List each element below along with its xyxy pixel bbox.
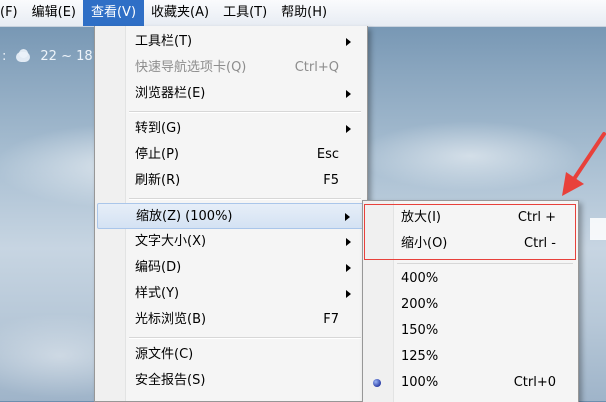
menu-item-label: 150%: [401, 323, 439, 338]
weather-temperature: 22 ~ 18°: [40, 48, 100, 64]
menu-item-style[interactable]: 样式(Y): [97, 281, 365, 307]
menu-item-label: 快速导航选项卡(Q): [135, 60, 247, 75]
menu-separator: [129, 198, 361, 200]
menu-item-shortcut: F7: [323, 312, 339, 327]
submenu-arrow-icon: [346, 90, 351, 98]
menu-item-quick-tabs[interactable]: 快速导航选项卡(Q) Ctrl+Q: [97, 55, 365, 81]
submenu-arrow-icon: [346, 290, 351, 298]
menu-item-label: 安全报告(S): [135, 373, 206, 388]
red-arrow-icon: [562, 132, 606, 196]
weather-prefix: :: [2, 48, 7, 64]
menu-item-label: 源文件(C): [135, 347, 194, 362]
menu-favorites[interactable]: 收藏夹(A): [144, 0, 216, 26]
menu-item-security-report[interactable]: 安全报告(S): [97, 368, 365, 394]
submenu-arrow-icon: [346, 238, 351, 246]
submenu-arrow-icon: [346, 125, 351, 133]
menu-item-label: 光标浏览(B): [135, 312, 207, 327]
menu-bar: (F) 编辑(E) 查看(V) 收藏夹(A) 工具(T) 帮助(H): [0, 0, 606, 27]
submenu-arrow-icon: [346, 264, 351, 272]
menu-item-shortcut: Ctrl+Q: [294, 60, 339, 75]
menu-item-text-size[interactable]: 文字大小(X): [97, 229, 365, 255]
menu-item-label: 400%: [401, 271, 439, 286]
menu-item-label: 停止(P): [135, 147, 179, 162]
menu-item-encoding[interactable]: 编码(D): [97, 255, 365, 281]
weather-widget[interactable]: : 22 ~ 18°: [0, 44, 99, 68]
menu-item-label: 工具栏(T): [135, 34, 193, 49]
cloud-icon: [14, 49, 32, 63]
menu-item-label: 100%: [401, 375, 439, 390]
menu-view[interactable]: 查看(V): [82, 0, 145, 26]
menu-item-zoom-125[interactable]: 125%: [365, 344, 576, 370]
menu-item-zoom[interactable]: 缩放(Z) (100%): [97, 203, 365, 229]
menu-separator: [129, 337, 361, 339]
menu-item-zoom-100[interactable]: 100% Ctrl+0: [365, 370, 576, 396]
menu-item-label: 125%: [401, 349, 439, 364]
radio-selected-icon: [373, 379, 381, 387]
menu-item-stop[interactable]: 停止(P) Esc: [97, 142, 365, 168]
menu-item-label: 转到(G): [135, 121, 182, 136]
menu-tools[interactable]: 工具(T): [216, 0, 274, 26]
page-content-edge: [590, 218, 606, 240]
menu-item-label: 样式(Y): [135, 286, 180, 301]
menu-help[interactable]: 帮助(H): [274, 0, 334, 26]
submenu-arrow-icon: [345, 213, 350, 221]
menu-item-go-to[interactable]: 转到(G): [97, 116, 365, 142]
menu-item-label: 编码(D): [135, 260, 182, 275]
menu-separator: [129, 111, 361, 113]
menu-edit[interactable]: 编辑(E): [25, 0, 83, 26]
menu-item-label: 缩放(Z) (100%): [136, 209, 233, 224]
menu-item-label: 浏览器栏(E): [135, 86, 206, 101]
menu-item-label: 200%: [401, 297, 439, 312]
menu-item-zoom-200[interactable]: 200%: [365, 292, 576, 318]
menu-item-shortcut: Ctrl+0: [513, 375, 556, 390]
menu-item-shortcut: F5: [323, 173, 339, 188]
menu-item-shortcut: Esc: [316, 147, 339, 162]
menu-item-zoom-150[interactable]: 150%: [365, 318, 576, 344]
menu-item-toolbars[interactable]: 工具栏(T): [97, 29, 365, 55]
menu-separator: [397, 263, 573, 264]
menu-item-refresh[interactable]: 刷新(R) F5: [97, 168, 365, 194]
submenu-arrow-icon: [346, 38, 351, 46]
menu-item-label: 刷新(R): [135, 173, 181, 188]
view-menu-dropdown: 工具栏(T) 快速导航选项卡(Q) Ctrl+Q 浏览器栏(E) 转到(G) 停…: [94, 26, 368, 402]
menu-item-caret-browsing[interactable]: 光标浏览(B) F7: [97, 307, 365, 333]
menu-item-label: 文字大小(X): [135, 234, 207, 249]
highlight-box: [364, 204, 576, 260]
menu-item-zoom-400[interactable]: 400%: [365, 266, 576, 292]
menu-item-explorer-bars[interactable]: 浏览器栏(E): [97, 81, 365, 107]
menu-file[interactable]: (F): [0, 0, 25, 26]
menu-item-source[interactable]: 源文件(C): [97, 342, 365, 368]
